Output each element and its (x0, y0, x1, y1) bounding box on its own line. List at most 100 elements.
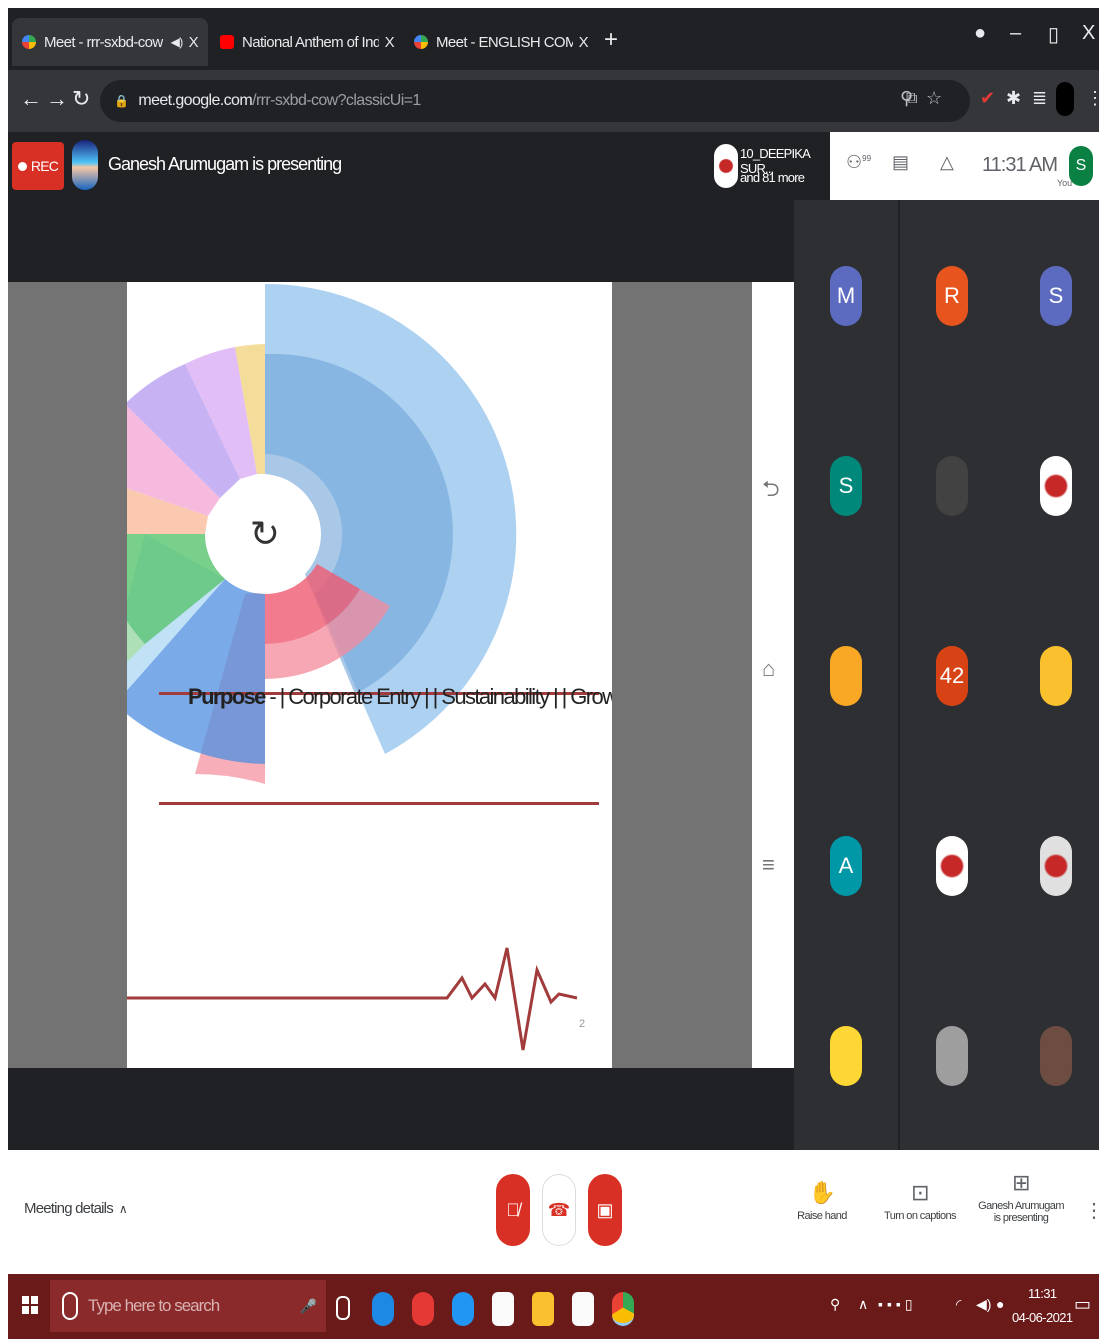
language-icon[interactable]: ● (996, 1296, 1004, 1312)
profile-download-icon[interactable]: ● (974, 22, 986, 45)
tab-national-anthem[interactable]: National Anthem of India (52 Se X (210, 18, 404, 66)
reading-list-icon[interactable]: ≣ (1032, 88, 1047, 109)
task-view-icon[interactable] (336, 1296, 350, 1320)
tab-meet-english-combine[interactable]: Meet - ENGLISH COMBINE LINK X (404, 18, 598, 66)
reload-icon[interactable]: ↻ (72, 86, 90, 112)
mic-off-button[interactable]: 🎙̸ (496, 1174, 530, 1246)
self-label: You (1057, 178, 1073, 188)
rec-label: REC (30, 158, 59, 174)
maximize-button[interactable]: ▯ (1048, 22, 1059, 47)
zoom-icon[interactable]: ⚲ (900, 88, 913, 109)
sunburst-graphic: ↻ (127, 283, 578, 1051)
participant-tile-avatar[interactable] (1040, 836, 1072, 896)
clock-time: 11:31 (1027, 1286, 1057, 1301)
participant-tile-avatar[interactable]: M (830, 266, 862, 326)
slide-rule-bottom (159, 802, 599, 805)
participant-tile-avatar[interactable] (1040, 456, 1072, 516)
internet-explorer-icon[interactable] (452, 1292, 474, 1326)
people-icon[interactable]: ⚇99 (846, 152, 871, 173)
tab-title: National Anthem of India (52 Se (242, 33, 379, 51)
pinned-participant-chip[interactable]: 10_DEEPIKA SUR... and 81 more (710, 132, 830, 200)
meeting-details-button[interactable]: Meeting details ∧ (24, 1200, 128, 1217)
participant-tile-avatar[interactable] (936, 456, 968, 516)
chat-icon[interactable]: ▤ (892, 152, 909, 173)
cortana-icon (62, 1292, 78, 1320)
extensions-puzzle-icon[interactable]: ✱ (1006, 88, 1021, 109)
more-options-icon[interactable]: ⋮ (1084, 1198, 1099, 1223)
tab-title: Meet - ENGLISH COMBINE LINK (436, 33, 573, 51)
participant-tile-avatar[interactable] (1040, 646, 1072, 706)
taskbar-search[interactable]: Type here to search 🎤 (50, 1280, 326, 1332)
volume-icon[interactable]: ◀) (976, 1296, 991, 1313)
presenting-line2: is presenting (993, 1212, 1049, 1224)
wifi-icon[interactable]: ◜ (956, 1296, 961, 1313)
notification-icon[interactable]: ▭ (1074, 1294, 1091, 1315)
forward-arrow-icon[interactable]: → (46, 86, 68, 112)
windows-start-icon[interactable] (22, 1296, 38, 1314)
chrome-taskbar-icon[interactable] (612, 1292, 634, 1326)
taskbar-clock[interactable]: 11:31 04-06-2021 (1012, 1282, 1073, 1330)
tray-icons[interactable]: ▪▪▪▯ (878, 1296, 917, 1313)
participant-tile-avatar[interactable] (936, 1026, 968, 1086)
edge-browser-icon[interactable] (372, 1292, 394, 1326)
slide-title-rest: - | Corporate Entry | | Sustainability |… (264, 684, 612, 709)
windows-taskbar: Type here to search 🎤 ⚲ ∧ ▪▪▪▯ ◜ ◀) ● 11… (8, 1274, 1099, 1339)
raise-hand-button[interactable]: ✋ Raise hand (792, 1180, 852, 1222)
presenting-button[interactable]: ⊞ Ganesh Arumugam is presenting (978, 1170, 1064, 1224)
tab-title: Meet - rrr-sxbd-cow (44, 33, 163, 51)
participant-tile-avatar[interactable] (936, 836, 968, 896)
google-meet-favicon-icon (22, 35, 36, 49)
self-avatar[interactable]: S (1069, 146, 1093, 186)
participant-tile-avatar[interactable]: R (936, 266, 968, 326)
participant-tile-avatar[interactable] (830, 646, 862, 706)
opera-browser-icon[interactable] (412, 1292, 434, 1326)
slide-title: Purpose - | Corporate Entry | | Sustaina… (188, 684, 612, 710)
close-window-button[interactable]: X (1082, 22, 1095, 45)
back-arrow-icon[interactable]: ← (20, 86, 42, 112)
mic-off-icon: 🎙̸ (506, 1199, 520, 1220)
url-path: /rrr-sxbd-cow?classicUi=1 (252, 92, 421, 109)
tab-close-icon[interactable]: X (189, 34, 199, 51)
address-bar[interactable]: 🔒 meet.google.com/rrr-sxbd-cow?classicUi… (100, 80, 970, 122)
pinned-more: and 81 more (740, 170, 805, 185)
clock-date: 04-06-2021 (1012, 1310, 1073, 1325)
show-hidden-icons-icon[interactable]: ∧ (858, 1296, 868, 1313)
mail-icon[interactable] (572, 1292, 594, 1326)
people-tray-icon[interactable]: ⚲ (830, 1296, 840, 1313)
captions-label: Turn on captions (884, 1210, 957, 1222)
tab-close-icon[interactable]: X (385, 34, 395, 51)
chrome-menu-icon[interactable]: ⋮ (1086, 88, 1099, 109)
lock-icon[interactable]: 🔒 (114, 94, 129, 108)
camera-off-button[interactable]: ▣ (588, 1174, 622, 1246)
microphone-icon[interactable]: 🎤 (300, 1298, 317, 1315)
tab-meet-rrr-sxbd-cow[interactable]: Meet - rrr-sxbd-cow ◀) X (12, 18, 208, 66)
speaker-icon[interactable]: ◀) (171, 35, 184, 49)
url-host: meet.google.com (138, 92, 253, 109)
menu-icon[interactable]: ≡ (762, 852, 775, 878)
participant-tile-avatar[interactable] (830, 1026, 862, 1086)
profile-avatar-icon[interactable] (1056, 82, 1074, 116)
participant-tile-avatar[interactable]: 42 (936, 646, 968, 706)
captions-button[interactable]: ⊡ Turn on captions (882, 1180, 958, 1222)
minimize-button[interactable]: – (1010, 22, 1021, 45)
new-tab-button[interactable]: + (604, 26, 618, 54)
presentation-stage: ↻ Purpose - | Corporate Entry | | Sustai… (8, 200, 794, 1150)
store-icon[interactable] (492, 1292, 514, 1326)
back-icon[interactable]: ⮌ (762, 472, 780, 510)
participant-grid: M R S S 42 A (794, 200, 1099, 1150)
participant-tile-avatar[interactable]: S (1040, 266, 1072, 326)
file-explorer-icon[interactable] (532, 1292, 554, 1326)
slide-page-number: 2 (579, 1018, 586, 1030)
meet-top-bar: REC Ganesh Arumugam is presenting (8, 132, 794, 200)
participant-tile-avatar[interactable]: A (830, 836, 862, 896)
home-icon[interactable]: ⌂ (762, 656, 775, 682)
google-meet-favicon-icon (414, 35, 428, 49)
leave-call-button[interactable]: ☎ (542, 1174, 576, 1246)
activities-icon[interactable]: △ (940, 152, 954, 173)
bookmark-star-icon[interactable]: ☆ (926, 88, 942, 109)
svg-text:↻: ↻ (250, 514, 280, 555)
participant-tile-avatar[interactable] (1040, 1026, 1072, 1086)
extension-check-icon[interactable]: ✔ (980, 88, 995, 109)
tab-close-icon[interactable]: X (579, 34, 589, 51)
participant-tile-avatar[interactable]: S (830, 456, 862, 516)
